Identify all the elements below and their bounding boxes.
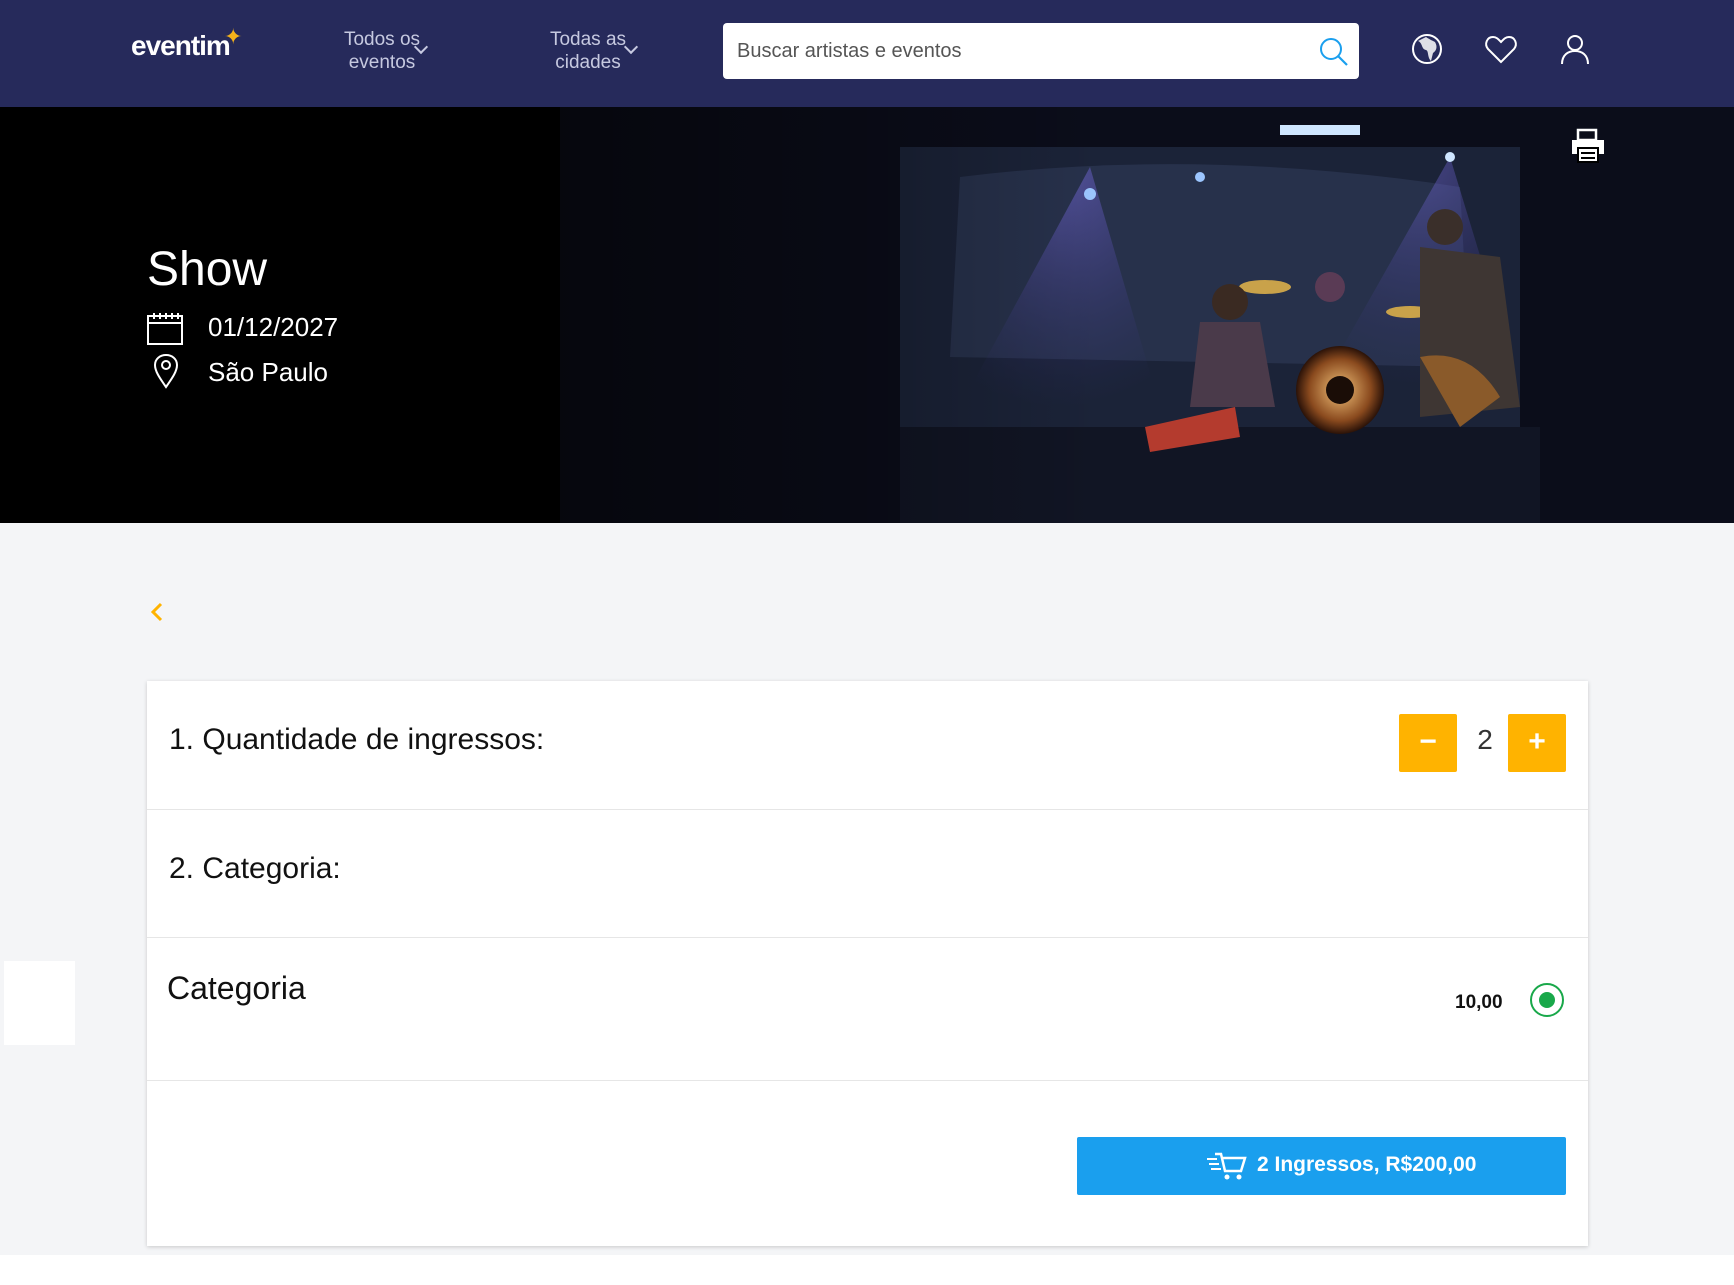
search-input[interactable] xyxy=(737,23,1297,79)
buy-tickets-label: 2 Ingressos, R$200,00 xyxy=(1257,1153,1477,1176)
heart-icon[interactable] xyxy=(1483,31,1519,67)
decrease-quantity-button[interactable]: − xyxy=(1399,714,1457,772)
category-section: 2. Categoria: xyxy=(147,810,1588,938)
calendar-icon xyxy=(147,313,183,345)
logo-star-icon: ✦ xyxy=(224,24,243,49)
buy-tickets-button[interactable]: 2 Ingressos, R$200,00 xyxy=(1077,1137,1566,1195)
category-price: 10,00 xyxy=(1455,992,1503,1013)
quantity-title: 1. Quantidade de ingressos: xyxy=(169,723,545,756)
category-title: 2. Categoria: xyxy=(169,852,341,885)
event-date: 01/12/2027 xyxy=(208,312,339,342)
globe-icon[interactable] xyxy=(1409,31,1445,67)
location-pin-icon xyxy=(153,353,179,389)
side-widget xyxy=(4,961,75,1045)
nav-all-cities[interactable]: Todas as cidades xyxy=(518,28,658,74)
eventim-logo[interactable]: eventim xyxy=(131,30,231,62)
increase-quantity-button[interactable]: + xyxy=(1508,714,1566,772)
top-navbar: eventim ✦ Todos os eventos Todas as cida… xyxy=(0,0,1734,107)
search-box xyxy=(723,23,1359,79)
booking-card: 1. Quantidade de ingressos: − 2 + 2. Cat… xyxy=(147,681,1588,1246)
shopping-cart-icon xyxy=(1207,1152,1247,1180)
event-city: São Paulo xyxy=(208,357,328,387)
print-icon[interactable] xyxy=(1570,128,1606,164)
footer-strip xyxy=(0,1255,1734,1285)
category-option-row[interactable]: Categoria 10,00 xyxy=(147,938,1588,1081)
user-icon[interactable] xyxy=(1557,31,1593,67)
search-icon[interactable] xyxy=(1317,35,1349,67)
category-radio[interactable] xyxy=(1530,983,1564,1017)
nav-all-events-line1: Todos os xyxy=(343,29,421,50)
event-title: Show xyxy=(147,243,268,296)
nav-all-cities-line2: cidades xyxy=(555,52,621,73)
nav-all-events-line2: eventos xyxy=(348,52,416,73)
quantity-section: 1. Quantidade de ingressos: − 2 + xyxy=(147,681,1588,810)
nav-all-events[interactable]: Todos os eventos xyxy=(312,28,452,74)
radio-selected-dot xyxy=(1539,992,1555,1008)
back-chevron-icon[interactable] xyxy=(147,600,167,624)
quantity-value: 2 xyxy=(1477,724,1493,755)
category-name: Categoria xyxy=(167,970,306,1006)
event-hero-banner: Show 01/12/2027 São Paulo xyxy=(0,107,1734,523)
